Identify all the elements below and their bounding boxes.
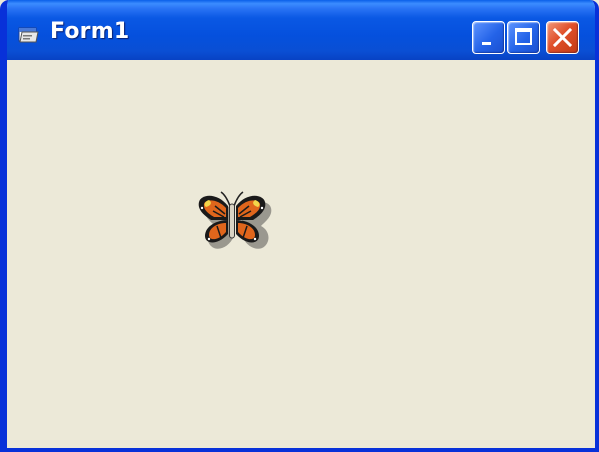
- close-button[interactable]: [546, 21, 579, 54]
- maximize-icon: [515, 28, 532, 45]
- minimize-button[interactable]: [472, 21, 505, 54]
- close-icon: [552, 27, 573, 48]
- form-client-area: [7, 60, 595, 448]
- maximize-button[interactable]: [507, 21, 540, 54]
- butterfly-icon[interactable]: [187, 186, 277, 266]
- form1-window[interactable]: Form1: [0, 0, 599, 452]
- window-title: Form1: [50, 19, 130, 44]
- minimize-icon: [482, 42, 491, 45]
- form-icon[interactable]: [18, 26, 40, 44]
- title-bar[interactable]: Form1: [7, 0, 595, 60]
